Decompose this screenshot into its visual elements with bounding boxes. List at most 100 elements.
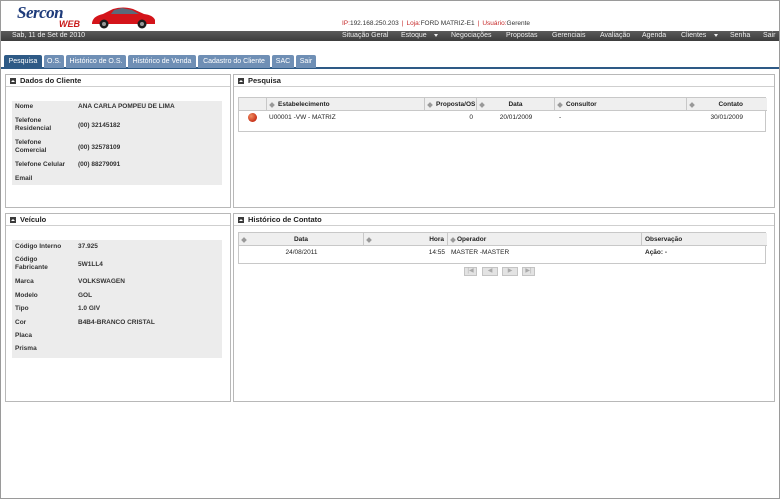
panel-pesquisa: Pesquisa Estabelecimento Proposta/OS Dat… <box>233 74 775 208</box>
field-label: Telefone Comercial <box>15 139 47 154</box>
car-image <box>92 7 155 29</box>
header-label: Hora <box>429 236 444 243</box>
header-label: Proposta/OS <box>436 101 476 108</box>
tab-sair[interactable]: Sair <box>296 55 316 68</box>
tab-cadastro-cliente[interactable]: Cadastro do Cliente <box>198 55 270 68</box>
client-info-box: Nome ANA CARLA POMPEU DE LIMA Telefone Re… <box>12 101 222 185</box>
nav-gerenciais[interactable]: Gerenciais <box>552 32 585 39</box>
field-value: B4B4-BRANCO CRISTAL <box>78 319 155 326</box>
sort-icon <box>557 102 563 108</box>
panel-title: Veículo <box>20 215 47 224</box>
tab-pesquisa[interactable]: Pesquisa <box>4 55 42 68</box>
tab-historico-os[interactable]: Histórico de O.S. <box>66 55 126 68</box>
sort-icon <box>479 102 485 108</box>
prev-page-icon[interactable]: ◀ <box>482 267 498 276</box>
field-row: Nome ANA CARLA POMPEU DE LIMA <box>12 103 222 113</box>
sort-icon <box>366 237 372 243</box>
column-header-consultor[interactable]: Consultor <box>555 98 687 111</box>
loja-value: FORD MATRIZ-E1 <box>420 20 475 27</box>
logo-text: Sercon <box>17 3 64 22</box>
column-header-observacao[interactable]: Observação <box>642 233 767 246</box>
panel-header: Veículo <box>6 214 230 226</box>
field-label: Código Fabricante <box>15 256 48 271</box>
header: Sercon WEB IP:192.168.250.203 | Loja:FORD … <box>1 1 779 31</box>
field-label: Placa <box>15 332 32 339</box>
panel-veiculo: Veículo Código Interno 37.925 Código Fabr… <box>5 213 231 402</box>
field-label: Marca <box>15 278 34 285</box>
column-header-data[interactable]: Data <box>477 98 555 111</box>
field-value: (00) 88279091 <box>78 161 121 168</box>
nav-estoque[interactable]: Estoque <box>401 32 427 39</box>
field-label: Código Interno <box>15 243 62 250</box>
panel-title: Dados do Cliente <box>20 76 82 85</box>
collapse-icon[interactable] <box>11 80 15 82</box>
nav-senha[interactable]: Senha <box>730 32 750 39</box>
chevron-down-icon <box>434 34 438 37</box>
cell-contato: 30/01/2009 <box>710 114 743 121</box>
last-page-icon[interactable]: ▶| <box>522 267 535 276</box>
tab-bar: Pesquisa O.S. Histórico de O.S. Históric… <box>1 55 779 69</box>
current-date: Sab, 11 de Set de 2010 <box>12 32 86 39</box>
field-label: Telefone Residencial <box>15 117 52 132</box>
field-row: Telefone Celular (00) 88279091 <box>12 161 222 171</box>
session-info: IP:192.168.250.203 | Loja:FORD MATRIZ-E1 | U… <box>342 20 530 27</box>
column-header-contato[interactable]: Contato <box>687 98 767 111</box>
field-label: Cor <box>15 319 27 326</box>
nav-sair[interactable]: Sair <box>763 32 775 39</box>
column-header-proposta[interactable]: Proposta/OS <box>425 98 477 111</box>
next-page-icon[interactable]: ▶ <box>502 267 518 276</box>
nav-negociacoes[interactable]: Negociações <box>451 32 491 39</box>
field-row: Código Fabricante 5W1LL4 <box>12 256 222 274</box>
collapse-icon[interactable] <box>11 219 15 221</box>
collapse-icon[interactable] <box>239 219 243 221</box>
tab-sac[interactable]: SAC <box>272 55 294 68</box>
column-header-hora[interactable]: Hora <box>364 233 448 246</box>
app-logo[interactable]: Sercon WEB <box>17 3 85 29</box>
field-value: ANA CARLA POMPEU DE LIMA <box>78 103 175 110</box>
column-header-select <box>239 98 267 111</box>
table-row[interactable]: U00001 -VW - MATRIZ 0 20/01/2009 - 30/01… <box>239 111 765 125</box>
field-value: 1.0 GIV <box>78 305 101 312</box>
nav-situacao-geral[interactable]: Situação Geral <box>342 32 388 39</box>
field-value: (00) 32145182 <box>78 122 121 129</box>
field-row: Cor B4B4-BRANCO CRISTAL <box>12 319 222 329</box>
column-header-estabelecimento[interactable]: Estabelecimento <box>267 98 425 111</box>
first-page-icon[interactable]: |◀ <box>464 267 477 276</box>
panel-header: Pesquisa <box>234 75 774 87</box>
vehicle-info-box: Código Interno 37.925 Código Fabricante 5W… <box>12 240 222 358</box>
collapse-icon[interactable] <box>239 80 243 82</box>
nav-avaliacao[interactable]: Avaliação <box>600 32 630 39</box>
panel-historico-contato: Histórico de Contato Data Hora Operador … <box>233 213 775 402</box>
search-results-table: Estabelecimento Proposta/OS Data Consult… <box>238 97 767 132</box>
nav-clientes[interactable]: Clientes <box>681 32 706 39</box>
column-header-operador[interactable]: Operador <box>448 233 642 246</box>
tab-os[interactable]: O.S. <box>44 55 64 68</box>
field-value: 37.925 <box>78 243 98 250</box>
field-row: Código Interno 37.925 <box>12 243 222 253</box>
field-value: VOLKSWAGEN <box>78 278 125 285</box>
field-label: Tipo <box>15 305 29 312</box>
nav-propostas[interactable]: Propostas <box>506 32 538 39</box>
panel-dados-cliente: Dados do Cliente Nome ANA CARLA POMPEU DE… <box>5 74 231 208</box>
contact-history-table: Data Hora Operador Observação 24/08/2011… <box>238 232 767 264</box>
header-label: Operador <box>457 236 487 243</box>
field-label: Modelo <box>15 292 38 299</box>
ip-value: 192.168.250.203 <box>349 20 399 27</box>
cell-data: 20/01/2009 <box>499 114 533 121</box>
field-value: GOL <box>78 292 93 299</box>
tab-historico-venda[interactable]: Histórico de Venda <box>128 55 196 68</box>
field-value: (00) 32578109 <box>78 144 121 151</box>
separator: | <box>401 20 404 27</box>
field-row: Modelo GOL <box>12 292 222 302</box>
ip-label: IP: <box>342 20 350 27</box>
field-label: Nome <box>15 103 34 110</box>
nav-agenda[interactable]: Agenda <box>642 32 666 39</box>
column-header-data[interactable]: Data <box>239 233 364 246</box>
logo-sub: WEB <box>59 19 80 29</box>
panel-title: Pesquisa <box>248 76 281 85</box>
cell-hora: 14:55 <box>428 249 445 256</box>
cell-observacao: Ação: - <box>645 249 668 256</box>
usuario-value: Gerente <box>506 20 531 27</box>
table-row[interactable]: 24/08/2011 14:55 MASTER -MASTER Ação: - <box>239 246 765 260</box>
cell-proposta: 0 <box>469 114 473 121</box>
